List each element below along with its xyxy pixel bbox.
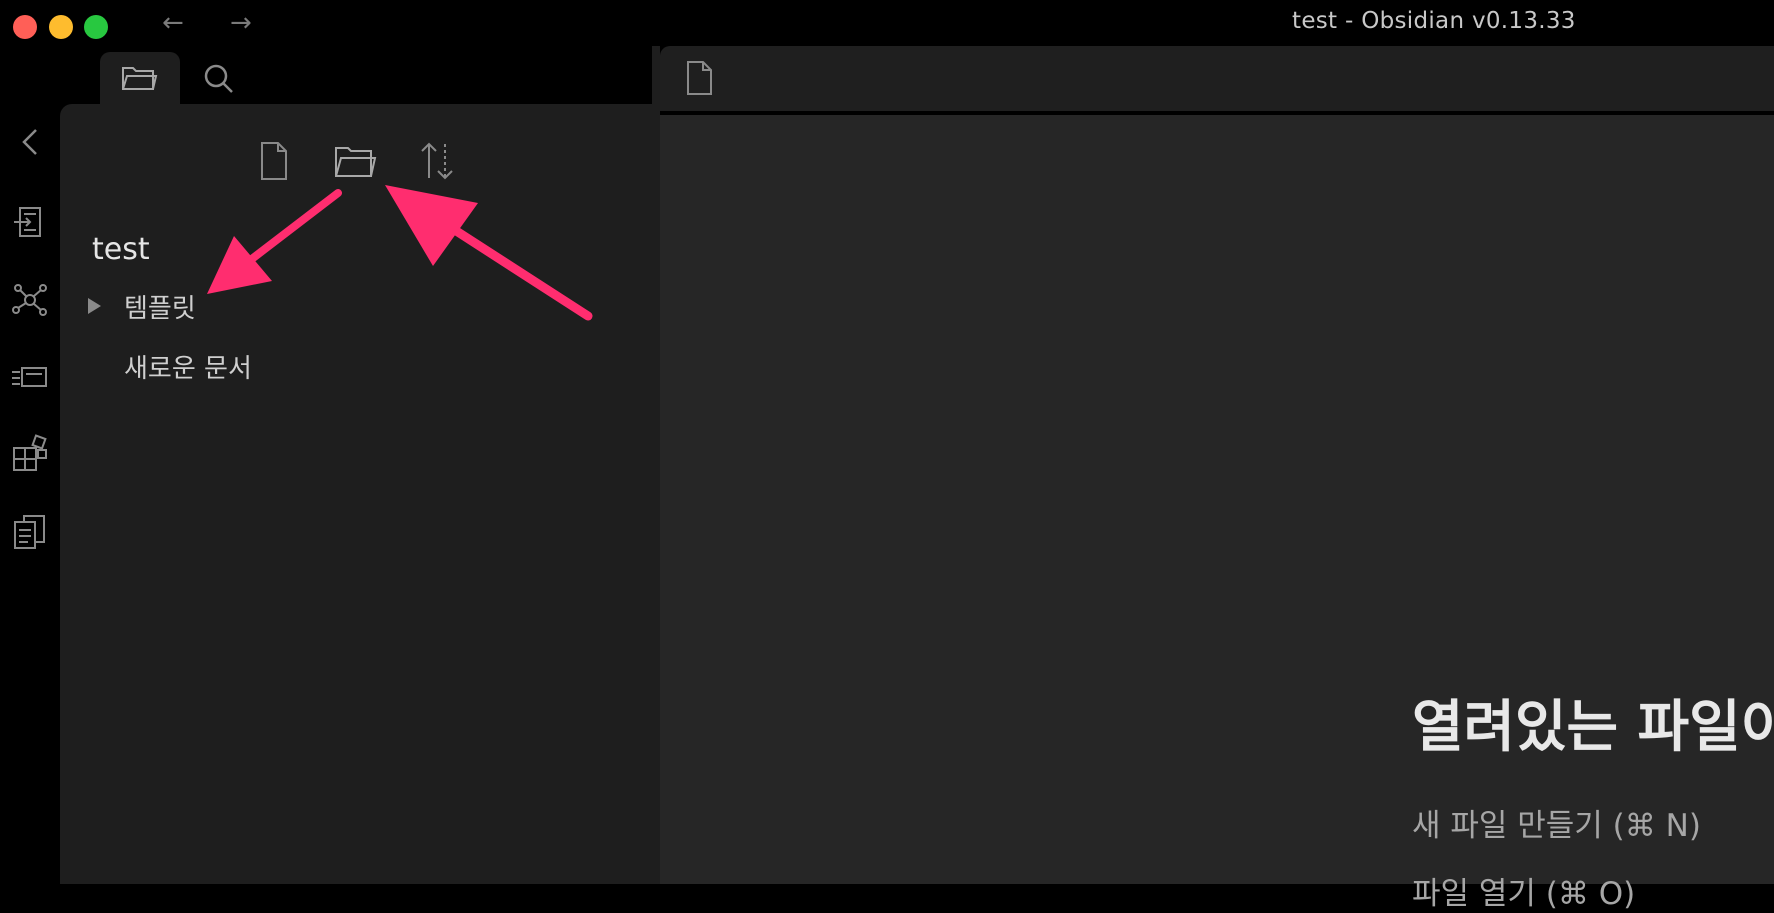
editor-tab-header bbox=[660, 46, 1774, 114]
stack-icon[interactable] bbox=[10, 358, 50, 398]
file-explorer-pane: test 템플릿 새로운 문서 bbox=[60, 104, 660, 884]
back-arrow-button[interactable]: ← bbox=[162, 8, 184, 38]
pane-divider[interactable] bbox=[652, 46, 660, 884]
forward-arrow-button[interactable]: → bbox=[230, 8, 252, 38]
folder-icon bbox=[122, 67, 158, 90]
close-window-button[interactable] bbox=[13, 15, 37, 39]
document-icon[interactable] bbox=[682, 58, 718, 98]
tab-search[interactable] bbox=[182, 52, 262, 104]
ribbon bbox=[0, 46, 60, 884]
sort-icon[interactable] bbox=[415, 138, 459, 184]
zoom-window-button[interactable] bbox=[84, 15, 108, 39]
open-file-link[interactable]: 파일 열기 (⌘ O) bbox=[1412, 868, 1635, 913]
file-item-new-document[interactable]: 새로운 문서 bbox=[124, 348, 252, 385]
plugins-icon[interactable] bbox=[10, 434, 50, 474]
search-icon bbox=[204, 64, 233, 93]
new-note-icon[interactable] bbox=[252, 138, 296, 184]
editor-empty-state bbox=[660, 115, 1774, 884]
tab-file-explorer[interactable] bbox=[100, 52, 180, 104]
new-folder-icon[interactable] bbox=[333, 138, 377, 184]
switcher-icon[interactable] bbox=[10, 202, 50, 242]
minimize-window-button[interactable] bbox=[49, 15, 73, 39]
title-bar: ← → test - Obsidian v0.13.33 bbox=[0, 0, 1774, 46]
vault-name: test bbox=[92, 232, 150, 267]
chevron-left-icon[interactable] bbox=[10, 122, 50, 162]
templates-icon[interactable] bbox=[10, 512, 50, 552]
sidebar-tab-strip bbox=[60, 46, 660, 104]
empty-state-title: 열려있는 파일이 bbox=[1412, 695, 1774, 760]
folder-item-templates[interactable]: 템플릿 bbox=[124, 288, 196, 325]
window-title: test - Obsidian v0.13.33 bbox=[1292, 8, 1576, 34]
graph-icon[interactable] bbox=[10, 280, 50, 320]
collapse-caret-icon[interactable] bbox=[88, 298, 101, 314]
create-new-file-link[interactable]: 새 파일 만들기 (⌘ N) bbox=[1412, 800, 1701, 845]
